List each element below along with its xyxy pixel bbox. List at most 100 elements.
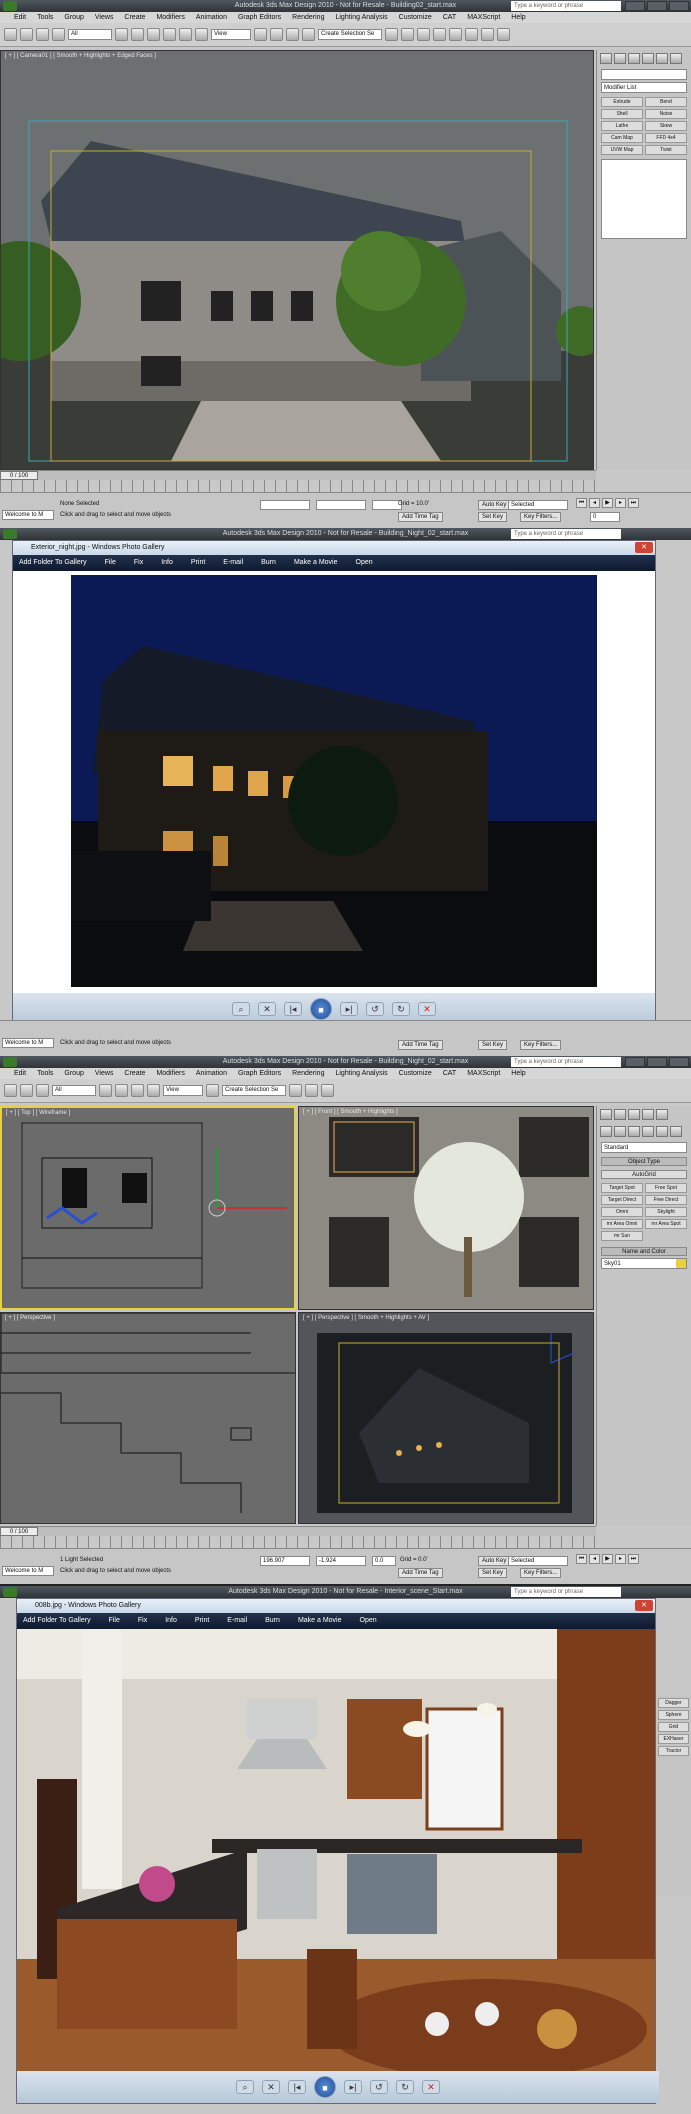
layer-icon[interactable] [417,28,430,41]
viewport-label[interactable]: [ + ] [ Perspective ] [5,1315,55,1321]
rotate-cw-icon[interactable]: ↻ [396,2080,414,2094]
mod-button[interactable]: Skew [645,121,687,131]
menu-views[interactable]: Views [95,1068,114,1079]
auto-key-button[interactable]: Auto Key [478,1556,511,1566]
create-tab-icon[interactable] [600,1109,612,1120]
current-frame-field[interactable]: 0 [590,512,620,522]
modify-tab-icon[interactable] [614,1109,626,1120]
side-button[interactable]: Sphere [658,1710,689,1720]
menu-customize[interactable]: Customize [399,12,432,23]
free-spot-button[interactable]: Free Spot [645,1183,687,1193]
mod-button[interactable]: Bend [645,97,687,107]
maximize-button[interactable] [647,1,667,11]
link-icon[interactable] [36,28,49,41]
selection-filter-dropdown[interactable]: All [68,29,112,40]
side-button[interactable]: Tractor [658,1746,689,1756]
menu-rendering[interactable]: Rendering [292,12,324,23]
rotate-icon[interactable] [131,1084,144,1097]
close-button[interactable] [669,1057,689,1067]
search-input[interactable]: Type a keyword or phrase [511,1,621,11]
track-bar[interactable] [0,1536,596,1548]
snap-icon[interactable] [270,28,283,41]
named-selection-dropdown[interactable]: Create Selection Se [222,1085,286,1096]
render-setup-icon[interactable] [481,28,494,41]
prev-frame-icon[interactable]: ◂ [589,1554,600,1564]
menu-maxscript[interactable]: MAXScript [467,1068,500,1079]
make-movie-button[interactable]: Make a Movie [298,1613,342,1629]
menu-edit[interactable]: Edit [14,1068,26,1079]
curve-editor-icon[interactable] [433,28,446,41]
perspective-viewport[interactable]: [ + ] [ Perspective ] [ Smooth + Highlig… [298,1312,594,1524]
info-button[interactable]: Info [165,1613,177,1629]
omni-button[interactable]: Omni [601,1207,643,1217]
mod-button[interactable]: UVW Map [601,145,643,155]
maxscript-listener[interactable]: Welcome to M [2,510,54,520]
cameras-icon[interactable] [642,1126,654,1137]
menu-customize[interactable]: Customize [399,1068,432,1079]
menu-animation[interactable]: Animation [196,1068,227,1079]
scale-icon[interactable] [195,28,208,41]
camera-viewport[interactable]: [ + ] [ Camera01 ] [ Smooth + Highlights… [0,50,594,470]
menu-modifiers[interactable]: Modifiers [156,1068,184,1079]
mod-button[interactable]: Extrude [601,97,643,107]
viewport-label[interactable]: [ + ] [ Camera01 ] [ Smooth + Highlights… [5,53,156,59]
set-key-button[interactable]: Set Key [478,512,508,522]
menu-group[interactable]: Group [64,12,83,23]
go-end-icon[interactable]: ⏭ [628,498,639,508]
key-mode-dropdown[interactable]: Selected [508,500,568,510]
side-button[interactable]: Dagger [658,1698,689,1708]
fix-button[interactable]: Fix [138,1613,147,1629]
motion-tab-icon[interactable] [642,1109,654,1120]
time-slider[interactable]: 0 / 100 [0,471,38,480]
top-viewport[interactable]: [ + ] [ Top ] [ Wireframe ] [0,1106,296,1310]
side-button[interactable]: Grid [658,1722,689,1732]
modifier-stack[interactable] [601,159,687,239]
next-frame-icon[interactable]: ▸ [615,498,626,508]
side-button[interactable]: EXHaser [658,1734,689,1744]
search-input[interactable]: Type a keyword or phrase [511,529,621,539]
redo-icon[interactable] [20,1084,33,1097]
menu-create[interactable]: Create [124,1068,145,1079]
menu-maxscript[interactable]: MAXScript [467,12,500,23]
hierarchy-tab-icon[interactable] [628,53,640,64]
z-coordinate-field[interactable]: 0.0 [372,1556,396,1566]
light-type-dropdown[interactable]: Standard [601,1142,687,1153]
select-icon[interactable] [115,28,128,41]
rotate-ccw-icon[interactable]: ↺ [366,1002,384,1016]
display-tab-icon[interactable] [656,53,668,64]
mod-button[interactable]: Noise [645,109,687,119]
free-direct-button[interactable]: Free Direct [645,1195,687,1205]
rotate-icon[interactable] [179,28,192,41]
motion-tab-icon[interactable] [642,53,654,64]
snap-icon[interactable] [206,1084,219,1097]
display-tab-icon[interactable] [656,1109,668,1120]
next-frame-icon[interactable]: ▸ [615,1554,626,1564]
undo-icon[interactable] [4,28,17,41]
name-color-rollout[interactable]: Name and Color [601,1247,687,1256]
unlink-icon[interactable] [52,28,65,41]
reference-coord-dropdown[interactable]: View [211,29,251,40]
viewport-label[interactable]: [ + ] [ Front ] [ Smooth + Highlights ] [303,1109,398,1115]
menu-group[interactable]: Group [64,1068,83,1079]
go-start-icon[interactable]: ⏮ [576,1554,587,1564]
x-coordinate-field[interactable]: 196.907 [260,1556,310,1566]
material-editor-icon[interactable] [305,1084,318,1097]
key-filters-button[interactable]: Key Filters... [520,1040,562,1050]
lights-icon[interactable] [628,1126,640,1137]
selection-filter-dropdown[interactable]: All [52,1085,96,1096]
make-movie-button[interactable]: Make a Movie [294,555,338,571]
utilities-tab-icon[interactable] [670,53,682,64]
schematic-icon[interactable] [449,28,462,41]
print-menu[interactable]: Print [191,555,205,571]
close-button[interactable]: ✕ [635,1600,653,1611]
maxscript-listener[interactable]: Welcome to M [2,1038,54,1048]
minimize-button[interactable] [625,1057,645,1067]
menu-rendering[interactable]: Rendering [292,1068,324,1079]
set-key-button[interactable]: Set Key [478,1568,508,1578]
track-bar[interactable] [0,480,596,492]
time-slider[interactable]: 0 / 100 [0,1527,38,1536]
set-key-button[interactable]: Set Key [478,1040,508,1050]
close-button[interactable] [669,1,689,11]
color-swatch[interactable] [676,1259,686,1268]
modifier-list-dropdown[interactable]: Modifier List [601,82,687,93]
